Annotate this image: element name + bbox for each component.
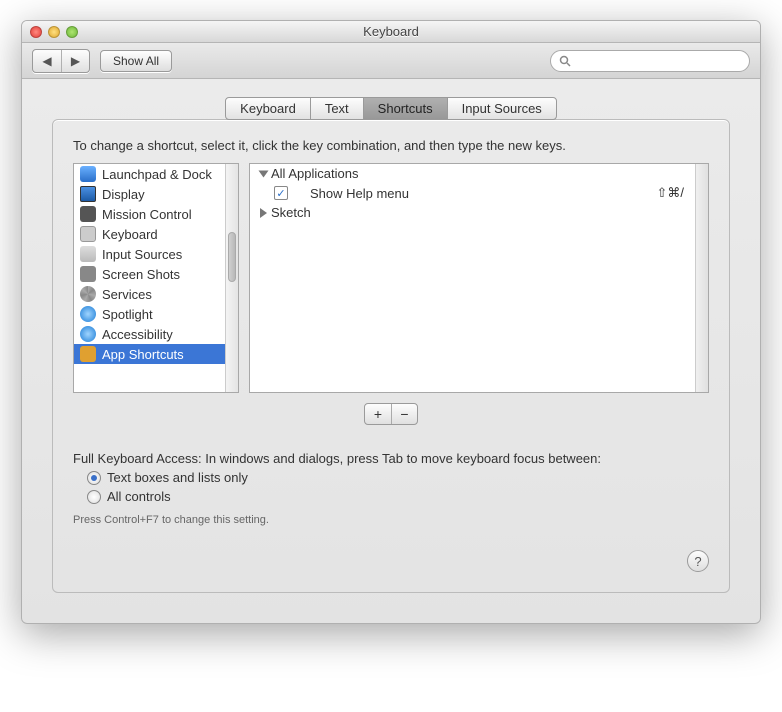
input-sources-icon <box>80 246 96 262</box>
category-mission-control[interactable]: Mission Control <box>74 204 238 224</box>
category-keyboard[interactable]: Keyboard <box>74 224 238 244</box>
fka-hint: Press Control+F7 to change this setting. <box>73 514 709 526</box>
category-display[interactable]: Display <box>74 184 238 204</box>
disclosure-triangle-icon[interactable] <box>260 208 267 218</box>
category-spotlight[interactable]: Spotlight <box>74 304 238 324</box>
tree-row-sketch[interactable]: Sketch <box>250 203 708 222</box>
show-all-button[interactable]: Show All <box>100 50 172 72</box>
tab-keyboard[interactable]: Keyboard <box>226 98 310 119</box>
services-icon <box>80 286 96 302</box>
app-shortcuts-icon <box>80 346 96 362</box>
accessibility-icon <box>80 326 96 342</box>
category-screen-shots[interactable]: Screen Shots <box>74 264 238 284</box>
search-input[interactable] <box>575 54 741 68</box>
categories-scrollbar[interactable] <box>225 164 238 392</box>
tab-text[interactable]: Text <box>310 98 363 119</box>
instruction-text: To change a shortcut, select it, click t… <box>73 138 709 153</box>
radio-icon[interactable] <box>87 471 101 485</box>
fka-option-text-boxes[interactable]: Text boxes and lists only <box>87 470 709 485</box>
disclosure-triangle-icon[interactable] <box>259 170 269 177</box>
mission-control-icon <box>80 206 96 222</box>
preferences-window: Keyboard ◀ ▶ Show All Keyboard Text Shor… <box>21 20 761 624</box>
add-remove-segment: + − <box>364 403 418 425</box>
tree-scrollbar[interactable] <box>695 164 708 392</box>
toolbar: ◀ ▶ Show All <box>22 43 760 79</box>
window-title: Keyboard <box>22 24 760 39</box>
category-input-sources[interactable]: Input Sources <box>74 244 238 264</box>
category-launchpad[interactable]: Launchpad & Dock <box>74 164 238 184</box>
category-app-shortcuts[interactable]: App Shortcuts <box>74 344 238 364</box>
titlebar: Keyboard <box>22 21 760 43</box>
content: Keyboard Text Shortcuts Input Sources To… <box>22 79 760 623</box>
tree-row-all-applications[interactable]: All Applications <box>250 164 708 183</box>
category-services[interactable]: Services <box>74 284 238 304</box>
remove-button[interactable]: − <box>391 404 417 424</box>
back-button[interactable]: ◀ <box>33 50 61 72</box>
categories-list[interactable]: Launchpad & Dock Display Mission Control… <box>73 163 239 393</box>
category-accessibility[interactable]: Accessibility <box>74 324 238 344</box>
tab-input-sources[interactable]: Input Sources <box>447 98 556 119</box>
radio-icon[interactable] <box>87 490 101 504</box>
fka-heading: Full Keyboard Access: In windows and dia… <box>73 451 709 466</box>
shortcuts-tree[interactable]: All Applications ✓ Show Help menu ⇧⌘/ Sk… <box>249 163 709 393</box>
tab-shortcuts[interactable]: Shortcuts <box>363 98 447 119</box>
forward-button[interactable]: ▶ <box>61 50 89 72</box>
screen-shots-icon <box>80 266 96 282</box>
launchpad-icon <box>80 166 96 182</box>
help-button[interactable]: ? <box>687 550 709 572</box>
full-keyboard-access: Full Keyboard Access: In windows and dia… <box>73 451 709 526</box>
add-button[interactable]: + <box>365 404 391 424</box>
tab-bar: Keyboard Text Shortcuts Input Sources <box>52 97 730 120</box>
tree-row-show-help-menu[interactable]: ✓ Show Help menu ⇧⌘/ <box>250 183 708 203</box>
nav-segment: ◀ ▶ <box>32 49 90 73</box>
fka-option-all-controls[interactable]: All controls <box>87 489 709 504</box>
spotlight-icon <box>80 306 96 322</box>
search-icon <box>559 55 571 67</box>
search-field[interactable] <box>550 50 750 72</box>
shortcut-checkbox[interactable]: ✓ <box>274 186 288 200</box>
display-icon <box>80 186 96 202</box>
keyboard-icon <box>80 226 96 242</box>
shortcuts-panel: To change a shortcut, select it, click t… <box>52 119 730 593</box>
